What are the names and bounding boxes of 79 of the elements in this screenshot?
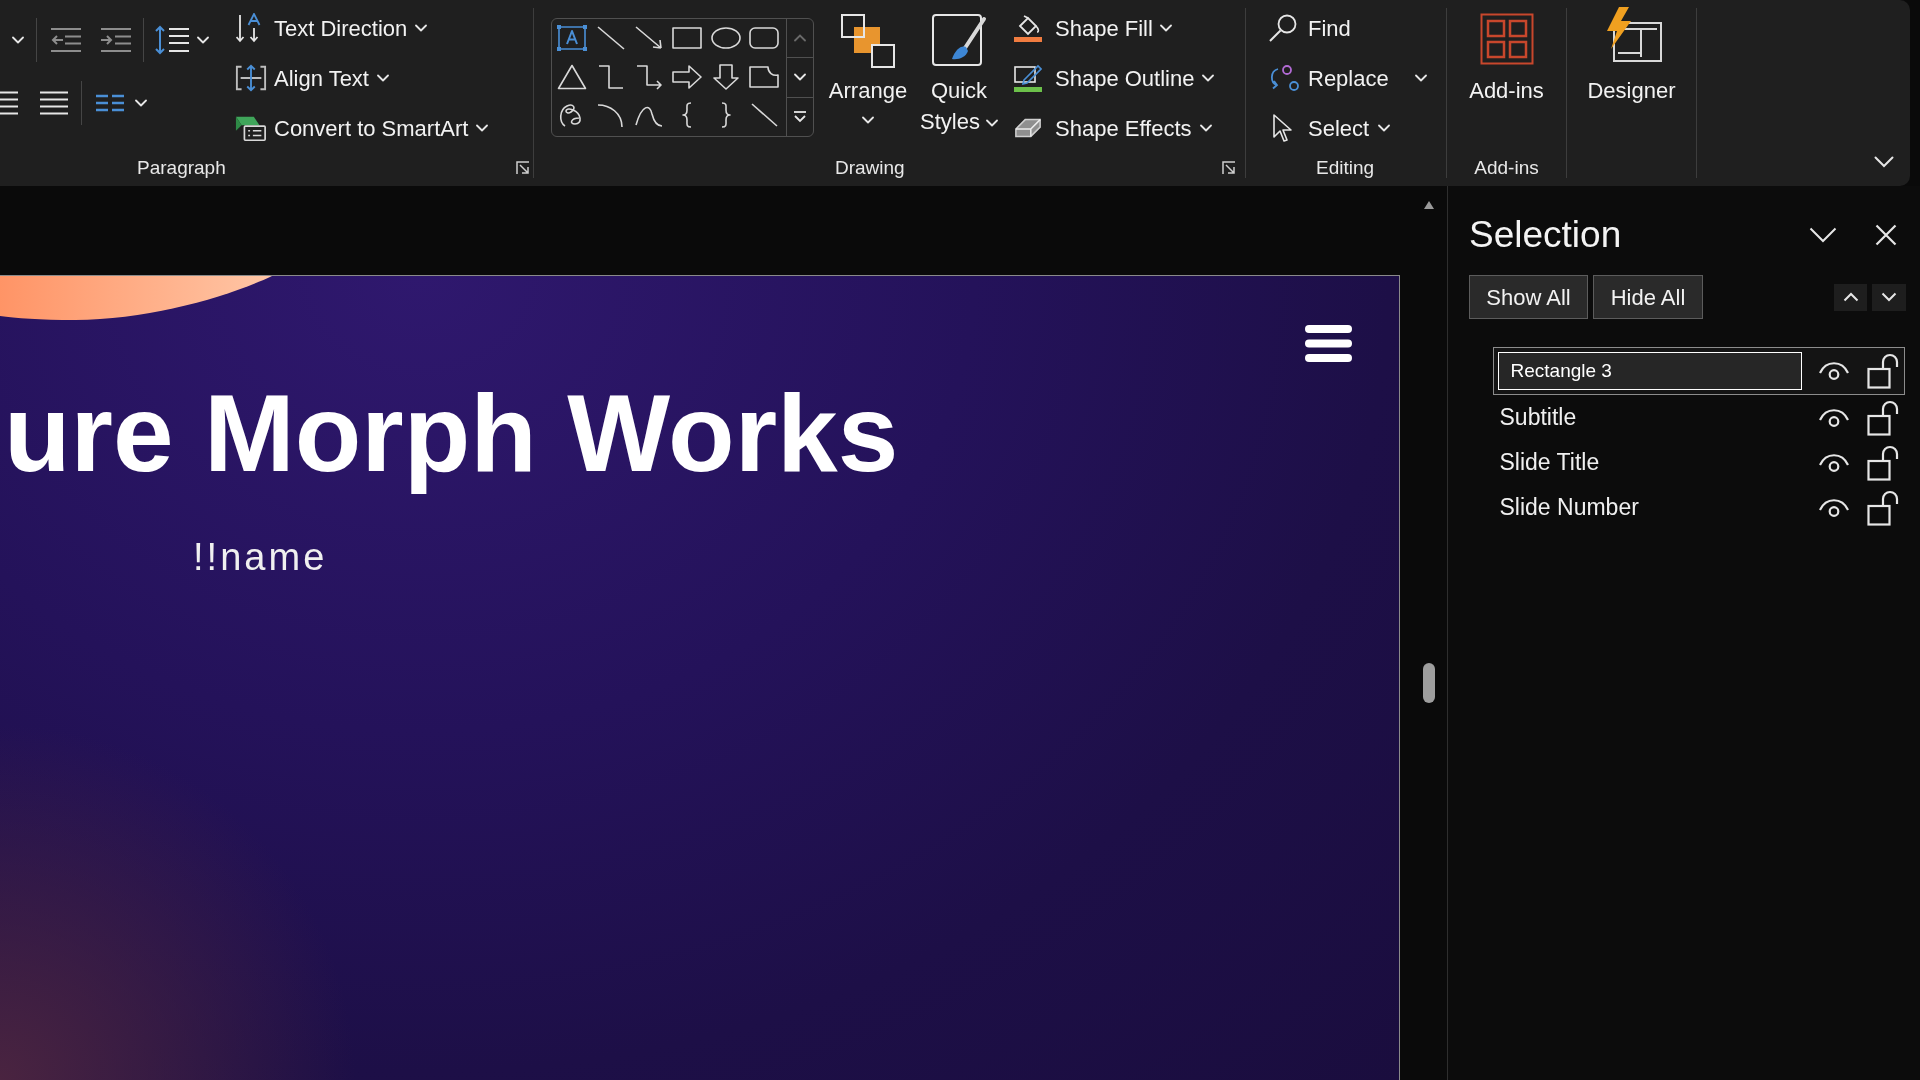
bar-chevron-icon[interactable] <box>793 110 807 123</box>
pencil-square-icon <box>1014 64 1042 92</box>
close-icon[interactable] <box>1875 224 1897 246</box>
line-icon[interactable] <box>595 25 626 52</box>
caret-up-icon <box>1842 292 1859 302</box>
move-up-button[interactable] <box>1834 283 1867 311</box>
pane-title: Selection <box>1469 215 1622 255</box>
group-label: Paragraph <box>137 155 226 180</box>
group-label: Drawing <box>835 155 905 180</box>
select-button[interactable]: Select <box>1267 103 1427 153</box>
name-field[interactable]: Rectangle 3 <box>1497 352 1802 390</box>
shape-fill-button[interactable]: Shape Fill <box>1014 3 1215 53</box>
search-icon <box>1268 14 1298 42</box>
text-box-icon[interactable] <box>557 25 588 52</box>
item-label[interactable]: Subtitle <box>1494 400 1577 435</box>
scroll-up-icon[interactable] <box>1422 200 1435 210</box>
text-direction-button[interactable]: Text Direction <box>235 3 489 53</box>
overlapping-squares-icon <box>840 13 896 69</box>
designer-button[interactable]: Designer <box>1581 0 1682 105</box>
triangle-icon[interactable] <box>557 63 588 90</box>
chevron-down-icon[interactable] <box>1809 227 1837 243</box>
justify-icon[interactable] <box>40 91 68 115</box>
caret-icon[interactable] <box>197 36 209 44</box>
paintbrush-icon <box>931 13 987 69</box>
arrow-line-icon[interactable] <box>633 25 664 52</box>
paint-bucket-icon <box>1014 14 1042 42</box>
block-down-arrow-icon[interactable] <box>710 63 741 90</box>
shape-outline-button[interactable]: Shape Outline <box>1014 53 1215 103</box>
item-label[interactable]: Slide Number <box>1494 490 1639 525</box>
show-all-button[interactable]: Show All <box>1469 275 1588 319</box>
line-icon[interactable] <box>749 102 780 129</box>
bracket-arrow-icon <box>235 63 267 93</box>
eye-icon[interactable] <box>1818 497 1850 518</box>
arc-icon[interactable] <box>595 102 626 129</box>
chevron-down-icon[interactable] <box>794 73 806 82</box>
find-button[interactable]: Find <box>1267 3 1427 53</box>
line-spacing-icon[interactable] <box>155 25 189 55</box>
grid-icon <box>1479 13 1534 65</box>
padlock-open-icon[interactable] <box>1867 353 1899 389</box>
padlock-open-icon[interactable] <box>1867 489 1899 526</box>
replace-button[interactable]: Replace <box>1267 53 1427 103</box>
shape-effects-button[interactable]: Shape Effects <box>1014 103 1215 153</box>
quick-styles-button[interactable]: Quick Styles <box>920 0 998 137</box>
eye-icon[interactable] <box>1818 452 1850 473</box>
rectangle-icon[interactable] <box>672 25 703 52</box>
group-label: Add-ins <box>1474 155 1539 180</box>
text-lines-icon[interactable] <box>0 91 18 115</box>
block-icon <box>1014 116 1042 140</box>
eye-icon[interactable] <box>1818 407 1850 428</box>
scrollbar-thumb[interactable] <box>1422 663 1435 703</box>
convert-to-smartart-button[interactable]: Convert to SmartArt <box>235 103 489 153</box>
add-ins-button[interactable]: Add-ins <box>1461 0 1552 105</box>
slide-subtitle: !!name <box>193 535 328 580</box>
block-right-arrow-icon[interactable] <box>672 63 703 90</box>
eye-icon[interactable] <box>1818 361 1850 381</box>
padlock-open-icon[interactable] <box>1867 399 1899 436</box>
corner-arrow-icon[interactable] <box>516 161 530 175</box>
chevron-down-icon[interactable] <box>1874 156 1894 168</box>
caret-icon[interactable] <box>135 99 147 107</box>
pointer-icon <box>1272 113 1294 143</box>
move-down-button[interactable] <box>1872 283 1906 311</box>
rounded-rectangle-icon[interactable] <box>749 25 780 52</box>
slide-title: ure Morph Works <box>4 371 899 496</box>
arrange-button[interactable]: Arrange <box>826 0 910 124</box>
oval-icon[interactable] <box>710 25 741 52</box>
columns-icon[interactable] <box>96 94 124 112</box>
decrease-indent-icon[interactable] <box>51 28 81 52</box>
group-label: Editing <box>1316 155 1375 180</box>
selected-row[interactable]: Rectangle 3 <box>1493 347 1905 395</box>
padlock-open-icon[interactable] <box>1867 444 1899 481</box>
hide-all-button[interactable]: Hide All <box>1593 275 1703 319</box>
menu-icon <box>1305 325 1352 362</box>
corner-arrow-icon[interactable] <box>1222 161 1236 175</box>
item-label[interactable]: Slide Title <box>1494 445 1600 480</box>
increase-indent-icon[interactable] <box>101 28 131 52</box>
align-text-button[interactable]: Align Text <box>235 53 489 103</box>
chevron-up-icon[interactable] <box>794 34 806 43</box>
caret-icon[interactable] <box>12 36 24 44</box>
caret-down-icon <box>1881 292 1897 302</box>
